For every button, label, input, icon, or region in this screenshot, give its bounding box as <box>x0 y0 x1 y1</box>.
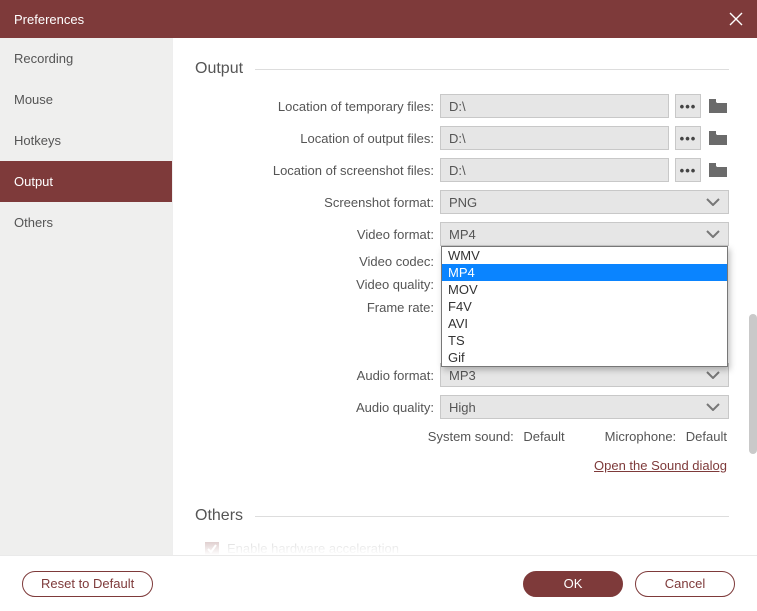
screenshot-format-value: PNG <box>449 195 477 210</box>
reset-to-default-button[interactable]: Reset to Default <box>22 571 153 597</box>
scrollbar-thumb[interactable] <box>749 314 757 454</box>
video-format-value: MP4 <box>449 227 476 242</box>
microphone-value: Default <box>686 429 727 444</box>
folder-icon[interactable] <box>707 126 729 150</box>
sidebar-item-mouse[interactable]: Mouse <box>0 79 172 120</box>
temp-files-browse-button[interactable]: ••• <box>675 94 701 118</box>
video-format-option[interactable]: MP4 <box>442 264 727 281</box>
divider <box>255 516 729 517</box>
screenshot-format-select[interactable]: PNG <box>440 190 729 214</box>
sidebar-item-output[interactable]: Output <box>0 161 172 202</box>
chevron-down-icon <box>706 371 720 379</box>
video-format-label: Video format: <box>195 227 440 242</box>
sidebar-item-hotkeys[interactable]: Hotkeys <box>0 120 172 161</box>
ok-button[interactable]: OK <box>523 571 623 597</box>
system-sound-value: Default <box>523 429 564 444</box>
folder-icon[interactable] <box>707 158 729 182</box>
output-files-browse-button[interactable]: ••• <box>675 126 701 150</box>
audio-format-value: MP3 <box>449 368 476 383</box>
cancel-button[interactable]: Cancel <box>635 571 735 597</box>
chevron-down-icon <box>706 403 720 411</box>
temp-files-label: Location of temporary files: <box>195 99 440 114</box>
audio-quality-label: Audio quality: <box>195 400 440 415</box>
video-format-option[interactable]: AVI <box>442 315 727 332</box>
audio-format-label: Audio format: <box>195 368 440 383</box>
sidebar-item-others[interactable]: Others <box>0 202 172 243</box>
close-icon[interactable] <box>729 12 743 26</box>
hwaccel-row[interactable]: Enable hardware acceleration <box>195 541 729 555</box>
screenshot-files-label: Location of screenshot files: <box>195 163 440 178</box>
main: Recording Mouse Hotkeys Output Others Ou… <box>0 38 757 555</box>
chevron-down-icon <box>706 230 720 238</box>
screenshot-format-label: Screenshot format: <box>195 195 440 210</box>
sidebar-item-recording[interactable]: Recording <box>0 38 172 79</box>
video-quality-label: Video quality: <box>195 277 440 292</box>
chevron-down-icon <box>706 198 720 206</box>
audio-quality-select[interactable]: High <box>440 395 729 419</box>
divider <box>255 69 729 70</box>
temp-files-input[interactable]: D:\ <box>440 94 669 118</box>
titlebar: Preferences <box>0 0 757 38</box>
video-format-option[interactable]: Gif <box>442 349 727 366</box>
section-output-text: Output <box>195 60 243 78</box>
video-codec-label: Video codec: <box>195 254 440 269</box>
video-format-select[interactable]: MP4 WMVMP4MOVF4VAVITSGif <box>440 222 729 246</box>
screenshot-files-input[interactable]: D:\ <box>440 158 669 182</box>
video-format-option[interactable]: WMV <box>442 247 727 264</box>
audio-quality-value: High <box>449 400 476 415</box>
video-format-option[interactable]: MOV <box>442 281 727 298</box>
folder-icon[interactable] <box>707 94 729 118</box>
video-format-option[interactable]: TS <box>442 332 727 349</box>
sidebar: Recording Mouse Hotkeys Output Others <box>0 38 173 555</box>
microphone-label: Microphone: <box>605 429 677 444</box>
screenshot-files-browse-button[interactable]: ••• <box>675 158 701 182</box>
system-sound-label: System sound: <box>428 429 514 444</box>
checkbox-checked-icon[interactable] <box>205 542 219 556</box>
video-format-dropdown[interactable]: WMVMP4MOVF4VAVITSGif <box>441 246 728 367</box>
sound-status-row: System sound: Default Microphone: Defaul… <box>195 429 729 444</box>
video-format-option[interactable]: F4V <box>442 298 727 315</box>
footer: Reset to Default OK Cancel <box>0 555 757 611</box>
section-others-text: Others <box>195 507 243 525</box>
section-others-title: Others <box>195 507 729 525</box>
frame-rate-label: Frame rate: <box>195 300 440 315</box>
section-output-title: Output <box>195 60 729 78</box>
content: Output Location of temporary files: D:\ … <box>173 38 757 555</box>
output-files-input[interactable]: D:\ <box>440 126 669 150</box>
open-sound-dialog-link[interactable]: Open the Sound dialog <box>594 458 727 473</box>
window-title: Preferences <box>14 12 84 27</box>
output-files-label: Location of output files: <box>195 131 440 146</box>
hwaccel-label: Enable hardware acceleration <box>227 541 399 555</box>
